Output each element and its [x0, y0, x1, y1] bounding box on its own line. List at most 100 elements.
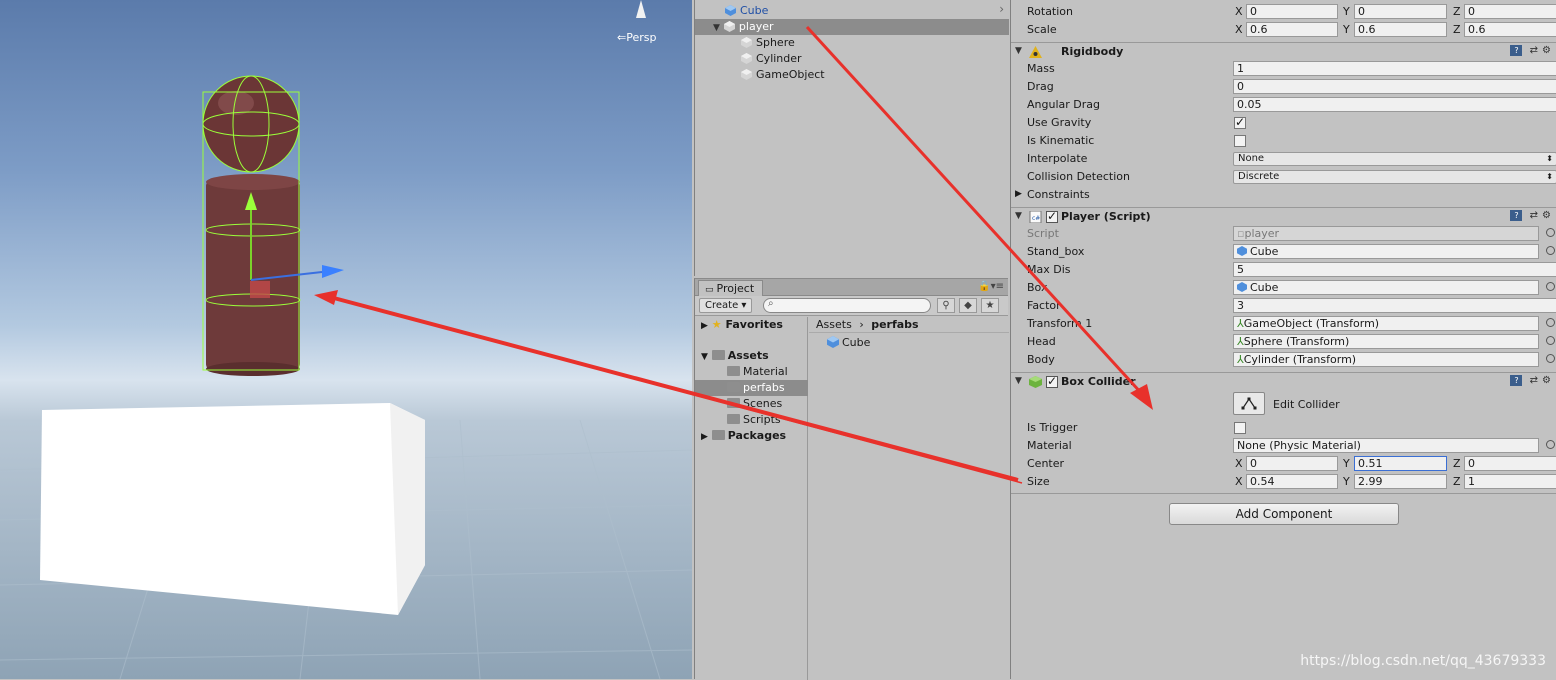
folder-scripts[interactable]: Scripts — [727, 412, 781, 428]
object-picker-icon[interactable] — [1546, 282, 1555, 291]
factor-field[interactable]: 3 — [1233, 298, 1556, 313]
folder-perfabs[interactable]: perfabs — [695, 380, 808, 396]
folder-material[interactable]: Material — [727, 364, 788, 380]
transform1-field[interactable]: ⅄GameObject (Transform) — [1233, 316, 1539, 331]
object-picker-icon[interactable] — [1546, 318, 1555, 327]
collision-detection-row: Collision Detection Discrete ⬍ — [1011, 168, 1556, 186]
player-script-enabled-checkbox[interactable] — [1046, 209, 1058, 223]
center-z-field[interactable]: 0 — [1464, 456, 1556, 471]
filter-by-label-icon[interactable]: ◆ — [959, 298, 977, 313]
center-y-field[interactable]: 0.51 — [1354, 456, 1447, 471]
object-picker-icon[interactable] — [1546, 336, 1555, 345]
fold-arrow-icon[interactable]: ▼ — [1015, 211, 1022, 221]
use-gravity-checkbox[interactable] — [1234, 115, 1246, 129]
expand-arrow-icon[interactable]: ▼ — [701, 352, 708, 362]
mass-field[interactable]: 1 — [1233, 61, 1556, 76]
preset-icon[interactable]: ⇄ — [1530, 375, 1542, 386]
preset-icon[interactable]: ⇄ — [1530, 45, 1542, 56]
body-field[interactable]: ⅄Cylinder (Transform) — [1233, 352, 1539, 367]
help-icon[interactable]: ? — [1510, 45, 1523, 56]
fold-arrow-icon[interactable]: ▼ — [1015, 46, 1022, 56]
file-cube-prefab[interactable]: Cube — [827, 335, 870, 351]
interpolate-label: Interpolate — [1027, 152, 1088, 165]
interpolate-dropdown[interactable]: None ⬍ — [1233, 152, 1556, 166]
favorite-star-icon[interactable]: ★ — [981, 298, 999, 313]
mass-label: Mass — [1027, 62, 1055, 75]
scene-orientation-gizmo[interactable] — [635, 0, 647, 20]
rotation-y-field[interactable]: 0 — [1354, 4, 1447, 19]
script-field: ▫player — [1233, 226, 1539, 241]
project-search-input[interactable]: ⌕ — [763, 298, 931, 313]
is-trigger-checkbox[interactable] — [1234, 422, 1246, 434]
center-x-field[interactable]: 0 — [1246, 456, 1338, 471]
scale-label: Scale — [1027, 23, 1057, 36]
hierarchy-item-cube[interactable]: Cube — [725, 3, 768, 19]
rotation-x-field[interactable]: 0 — [1246, 4, 1338, 19]
object-picker-icon — [1546, 228, 1555, 237]
scale-z-field[interactable]: 0.6 — [1464, 22, 1556, 37]
object-picker-icon[interactable] — [1546, 354, 1555, 363]
rigidbody-header[interactable]: ▼ Rigidbody ? ⇄⚙ — [1011, 42, 1556, 60]
help-icon[interactable]: ? — [1510, 210, 1523, 221]
box-collider-enabled-checkbox[interactable] — [1046, 374, 1058, 388]
angular-drag-field[interactable]: 0.05 — [1233, 97, 1556, 112]
scene-view[interactable]: ⇐Persp — [0, 0, 692, 679]
size-x-field[interactable]: 0.54 — [1246, 474, 1338, 489]
preset-icon[interactable]: ⇄ — [1530, 210, 1542, 221]
transform1-label: Transform 1 — [1027, 317, 1093, 330]
packages-folder[interactable]: ▶ Packages — [701, 428, 786, 444]
collision-detection-dropdown[interactable]: Discrete ⬍ — [1233, 170, 1556, 184]
help-icon[interactable]: ? — [1510, 375, 1523, 386]
scale-y-field[interactable]: 0.6 — [1354, 22, 1447, 37]
is-kinematic-checkbox[interactable] — [1234, 135, 1246, 147]
center-row: Center X0 Y 0.51 Z0 — [1011, 455, 1556, 473]
expand-arrow-icon[interactable]: ▶ — [701, 432, 708, 442]
settings-gear-icon[interactable]: ⚙ — [1542, 45, 1555, 56]
max-dis-field[interactable]: 5 — [1233, 262, 1556, 277]
hierarchy-item-cylinder[interactable]: Cylinder — [741, 51, 802, 67]
project-panel: ▭ Project 🔒▾≡ Create ▾ ⌕ ⚲ ◆ ★ ▶ ★ Favori… — [694, 278, 1009, 680]
object-picker-icon[interactable] — [1546, 440, 1555, 449]
assets-folder[interactable]: ▼ Assets — [701, 348, 769, 364]
rotation-z-field[interactable]: 0 — [1464, 4, 1556, 19]
material-field[interactable]: None (Physic Material) — [1233, 438, 1539, 453]
drag-field[interactable]: 0 — [1233, 79, 1556, 94]
stand-box-field[interactable]: Cube — [1233, 244, 1539, 259]
scale-x-field[interactable]: 0.6 — [1246, 22, 1338, 37]
fold-arrow-icon[interactable]: ▶ — [1015, 189, 1022, 199]
favorites-item[interactable]: ▶ ★ Favorites — [701, 317, 783, 333]
tab-menu-icon[interactable]: 🔒▾≡ — [978, 281, 1004, 292]
chevron-right-icon[interactable]: › — [999, 2, 1004, 16]
constraints-row[interactable]: ▶ Constraints — [1011, 186, 1556, 204]
transform1-row: Transform 1 ⅄GameObject (Transform) — [1011, 315, 1556, 333]
head-field[interactable]: ⅄Sphere (Transform) — [1233, 334, 1539, 349]
is-trigger-label: Is Trigger — [1027, 421, 1078, 434]
hierarchy-item-sphere[interactable]: Sphere — [741, 35, 795, 51]
settings-gear-icon[interactable]: ⚙ — [1542, 375, 1555, 386]
fold-arrow-icon[interactable]: ▼ — [1015, 376, 1022, 386]
box-field[interactable]: Cube — [1233, 280, 1539, 295]
player-script-header[interactable]: ▼ c# Player (Script) ? ⇄⚙ — [1011, 207, 1556, 225]
box-collider-header[interactable]: ▼ Box Collider ? ⇄⚙ — [1011, 372, 1556, 390]
hierarchy-item-player[interactable]: ▼ player — [695, 19, 1009, 35]
breadcrumb-perfabs[interactable]: perfabs — [871, 318, 918, 331]
object-picker-icon[interactable] — [1546, 246, 1555, 255]
hierarchy-item-gameobject[interactable]: GameObject — [741, 67, 825, 83]
size-z-field[interactable]: 1 — [1464, 474, 1556, 489]
size-y-field[interactable]: 2.99 — [1354, 474, 1447, 489]
tab-project[interactable]: ▭ Project — [698, 280, 764, 296]
svg-text:c#: c# — [1032, 215, 1040, 222]
edit-collider-icon — [1241, 397, 1257, 410]
expand-arrow-icon[interactable]: ▶ — [701, 321, 708, 331]
filter-by-type-icon[interactable]: ⚲ — [937, 298, 955, 313]
projection-label[interactable]: ⇐Persp — [617, 31, 656, 44]
create-button[interactable]: Create ▾ — [699, 298, 753, 313]
edit-collider-button[interactable] — [1233, 392, 1265, 415]
folder-scenes[interactable]: Scenes — [727, 396, 782, 412]
expand-arrow-icon[interactable]: ▼ — [713, 23, 720, 33]
breadcrumb-assets[interactable]: Assets — [816, 318, 852, 331]
rigidbody-title: Rigidbody — [1061, 45, 1124, 58]
box-collider-title: Box Collider — [1061, 375, 1136, 388]
add-component-button[interactable]: Add Component — [1169, 503, 1399, 525]
settings-gear-icon[interactable]: ⚙ — [1542, 210, 1555, 221]
